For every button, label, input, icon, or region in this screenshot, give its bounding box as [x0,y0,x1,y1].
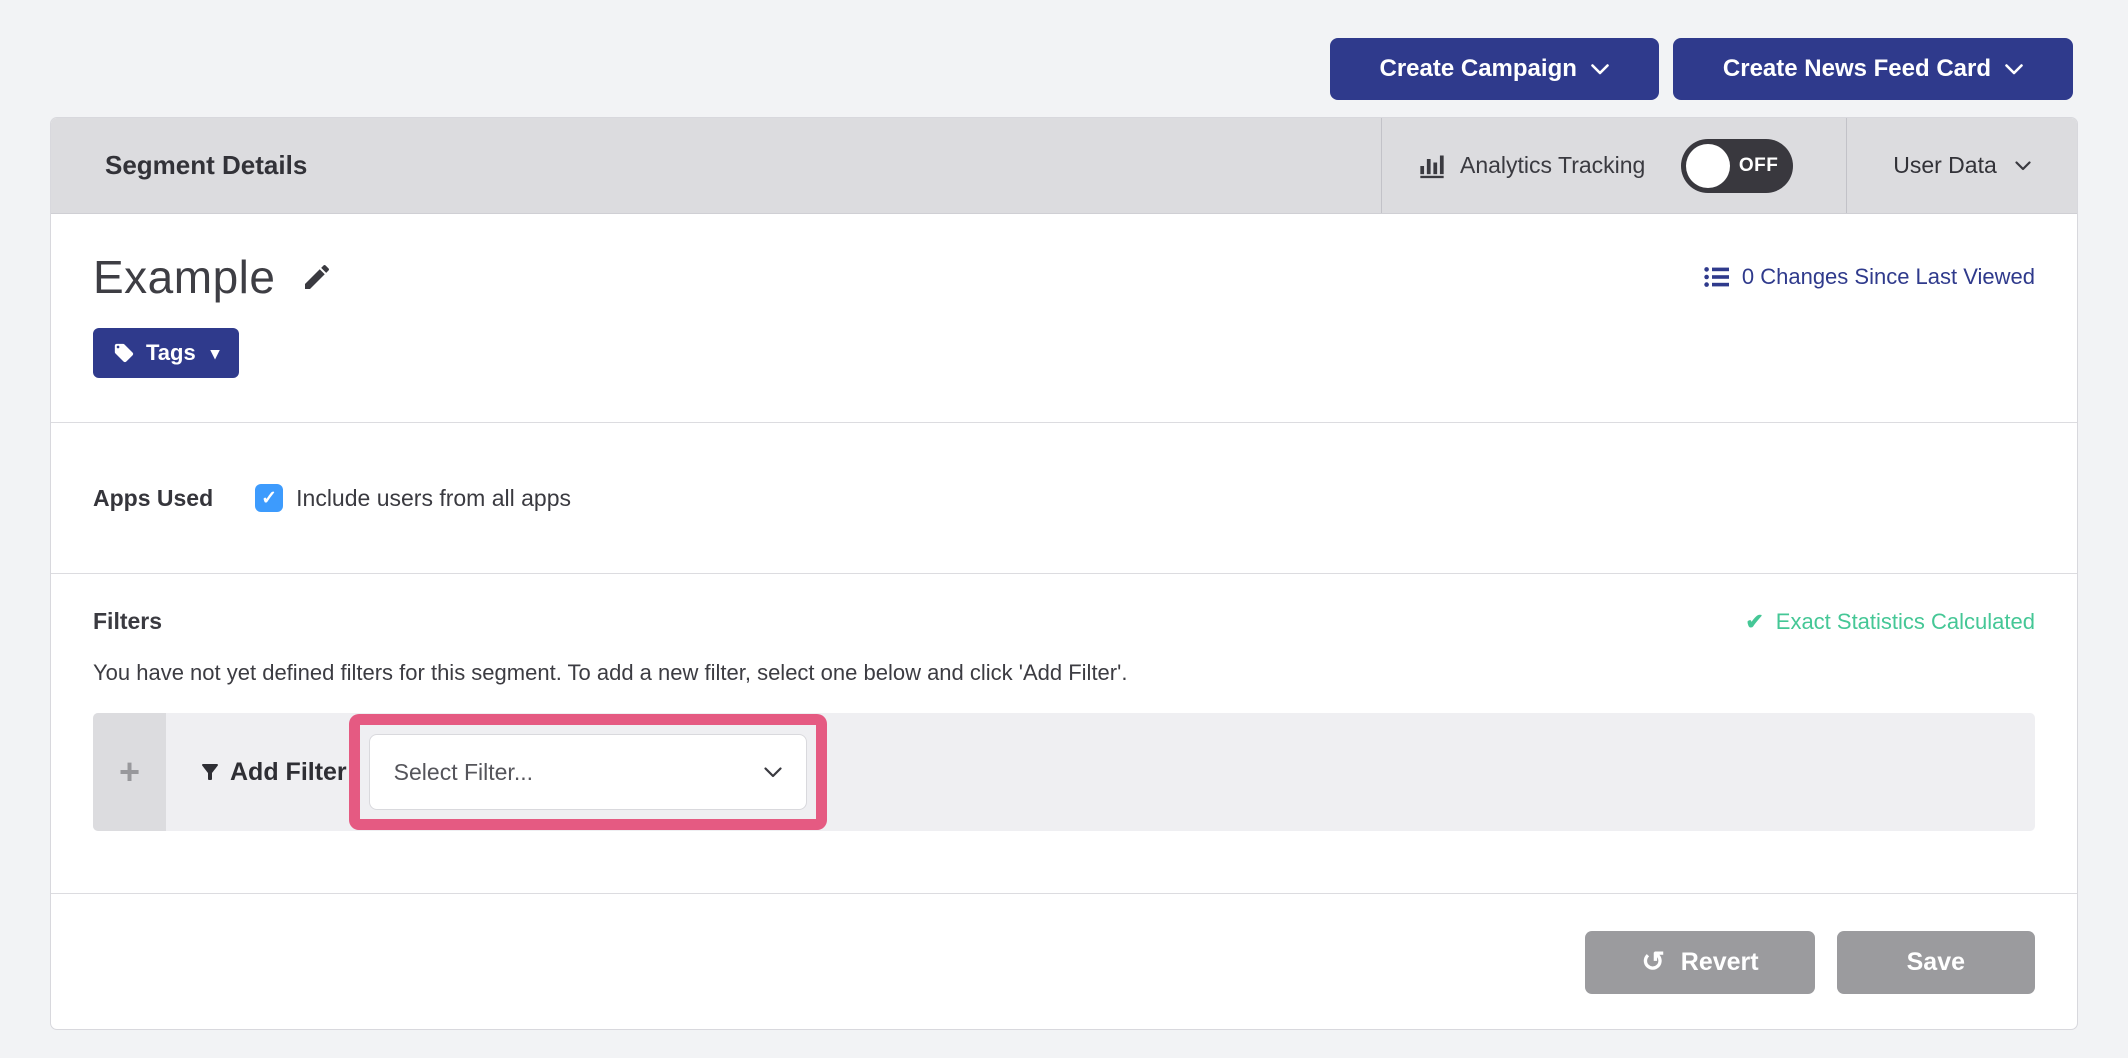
include-all-apps-label: Include users from all apps [296,485,571,512]
filter-select[interactable]: Select Filter... [369,734,807,810]
add-filter-plus-button[interactable]: + [93,713,166,831]
plus-icon: + [119,754,140,790]
toggle-knob [1686,144,1730,188]
create-news-feed-card-button[interactable]: Create News Feed Card [1673,38,2073,100]
analytics-tracking-toggle[interactable]: OFF [1681,139,1793,193]
tag-icon [113,342,135,364]
highlight-annotation: Select Filter... [349,714,827,830]
chevron-down-icon [764,767,782,778]
save-button-label: Save [1907,948,1965,977]
revert-button-label: Revert [1681,948,1759,977]
panel-title: Segment Details [51,118,1381,213]
panel-header: Segment Details Analytics Tracking OFF U… [51,118,2077,214]
funnel-icon [198,760,222,784]
filters-heading: Filters [93,608,162,635]
changes-since-last-viewed-link[interactable]: 0 Changes Since Last Viewed [1704,264,2035,290]
title-section: Example 0 Changes Since [51,214,2077,423]
add-filter-label: Add Filter [230,758,347,787]
exact-statistics-status: ✔ Exact Statistics Calculated [1745,609,2035,635]
filter-select-placeholder: Select Filter... [394,759,533,786]
checkbox-check-icon: ✓ [261,487,277,510]
top-action-bar: Create Campaign Create News Feed Card [1330,38,2074,100]
exact-statistics-label: Exact Statistics Calculated [1776,609,2035,635]
tags-button[interactable]: Tags ▾ [93,328,239,378]
segment-name: Example [93,250,275,304]
user-data-label: User Data [1893,152,1997,179]
save-button[interactable]: Save [1837,931,2035,994]
add-filter-label-group: Add Filter [198,758,347,787]
create-news-feed-card-label: Create News Feed Card [1723,55,1991,83]
analytics-tracking-label: Analytics Tracking [1460,152,1645,179]
caret-down-icon: ▾ [207,345,220,362]
include-all-apps-checkbox-group[interactable]: ✓ Include users from all apps [255,484,571,512]
include-all-apps-checkbox[interactable]: ✓ [255,484,283,512]
list-icon [1704,266,1730,288]
revert-button[interactable]: ↺ Revert [1585,931,1814,994]
changes-link-label: 0 Changes Since Last Viewed [1742,264,2035,290]
create-campaign-label: Create Campaign [1380,55,1577,83]
filters-section: Filters ✔ Exact Statistics Calculated Yo… [51,574,2077,894]
apps-used-label: Apps Used [93,485,213,512]
filters-empty-text: You have not yet defined filters for thi… [93,660,2035,686]
bar-chart-icon [1418,152,1446,180]
panel-footer: ↺ Revert Save [51,894,2077,1030]
chevron-down-icon [2005,64,2023,75]
analytics-tracking-section: Analytics Tracking OFF [1381,118,1846,213]
edit-pencil-icon[interactable] [301,261,333,293]
toggle-state-label: OFF [1739,155,1794,177]
apps-used-section: Apps Used ✓ Include users from all apps [51,423,2077,574]
chevron-down-icon [2015,161,2031,171]
create-campaign-button[interactable]: Create Campaign [1330,38,1659,100]
check-icon: ✔ [1745,609,1763,635]
chevron-down-icon [1591,64,1609,75]
user-data-dropdown[interactable]: User Data [1846,118,2077,213]
revert-icon: ↺ [1641,948,1664,976]
segment-details-panel: Segment Details Analytics Tracking OFF U… [50,117,2078,1030]
tags-button-label: Tags [146,340,196,366]
add-filter-row: + Add Filter Select Filter... [93,713,2035,831]
